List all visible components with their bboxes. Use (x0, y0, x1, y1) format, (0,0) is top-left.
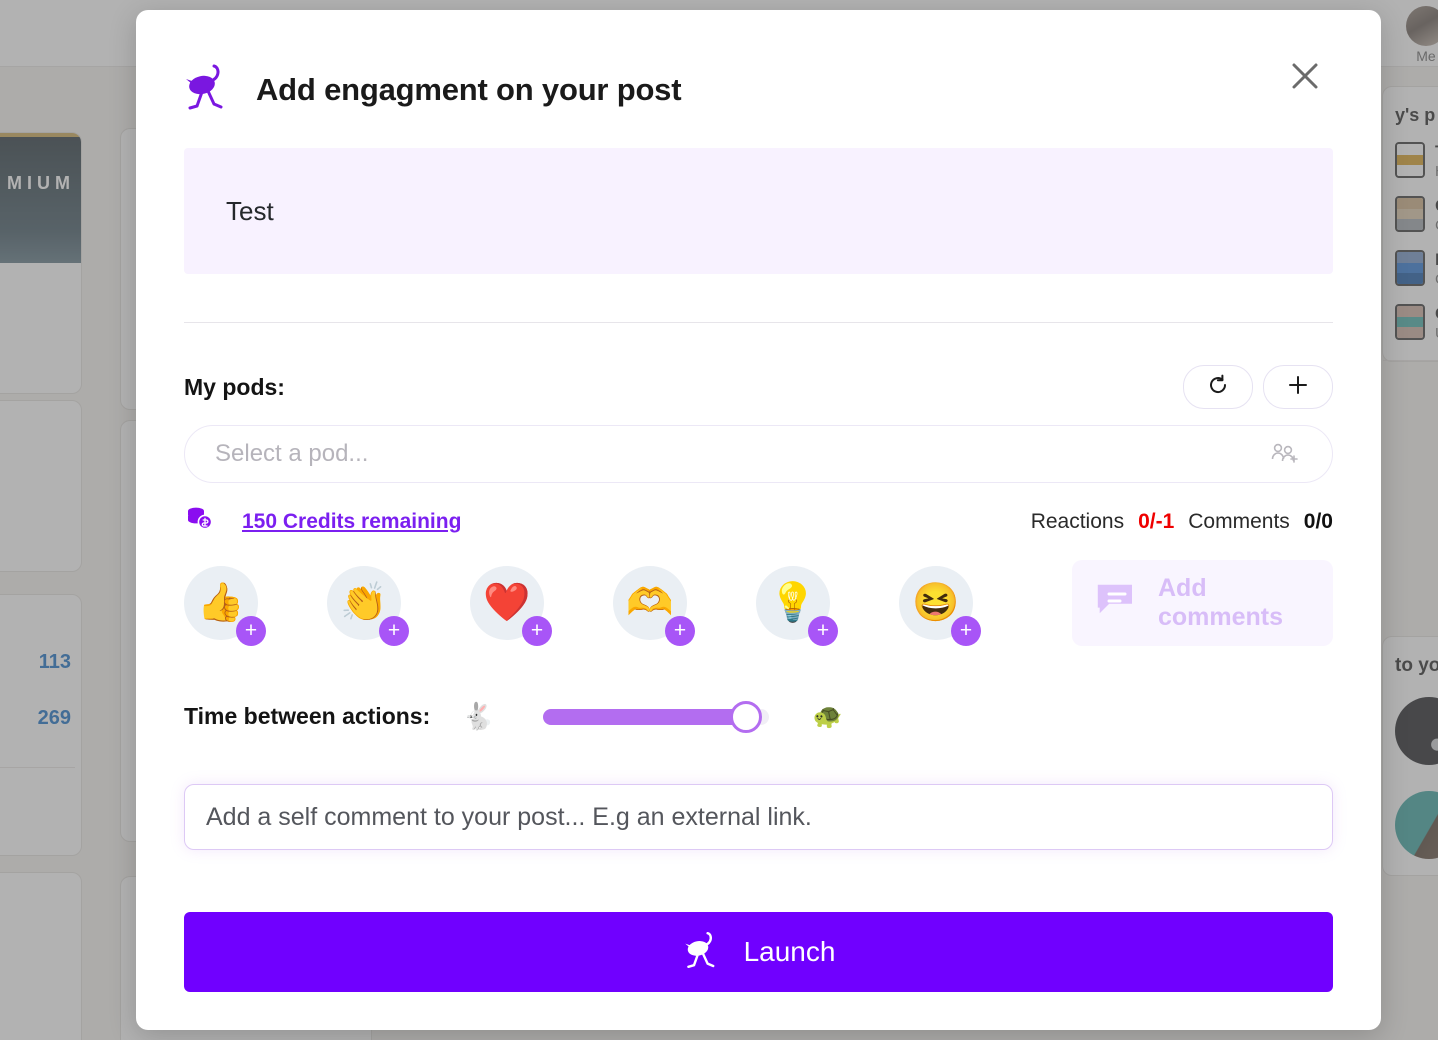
modal-header: Add engagment on your post (136, 10, 1381, 117)
love-reaction-button[interactable]: ❤️ + (470, 566, 552, 646)
self-comment-input[interactable]: Add a self comment to your post... E.g a… (184, 784, 1333, 850)
rabbit-icon: 🐇 (462, 701, 495, 731)
add-comments-label: Add comments (1158, 574, 1284, 631)
pods-actions (1183, 365, 1333, 409)
funny-reaction-button[interactable]: 😆 + (899, 566, 981, 646)
reactions-value: 0/-1 (1138, 509, 1175, 533)
pods-label: My pods: (184, 373, 285, 400)
pod-select-placeholder: Select a pod... (215, 440, 369, 467)
counters: Reactions 0/-1 Comments 0/0 (1031, 510, 1333, 534)
credits-row: 150 Credits remaining Reactions 0/-1 Com… (184, 505, 1333, 538)
credits-remaining-link[interactable]: 150 Credits remaining (242, 510, 461, 534)
pods-header-row: My pods: (184, 365, 1333, 409)
add-love-badge[interactable]: + (522, 616, 552, 646)
refresh-pods-button[interactable] (1183, 365, 1253, 409)
self-comment-placeholder: Add a self comment to your post... E.g a… (206, 802, 812, 831)
coins-icon (184, 505, 214, 538)
turtle-icon: 🐢 (812, 703, 843, 730)
add-people-icon (1270, 440, 1298, 469)
launch-label: Launch (743, 936, 836, 967)
ostrich-icon (184, 62, 230, 117)
add-pod-button[interactable] (1263, 365, 1333, 409)
slider-fill (542, 708, 747, 725)
plus-icon (1286, 373, 1310, 402)
close-icon[interactable] (1285, 56, 1325, 96)
add-funny-badge[interactable]: + (951, 616, 981, 646)
add-celebrate-badge[interactable]: + (379, 616, 409, 646)
add-engagement-modal: Add engagment on your post Test My pods: (136, 10, 1381, 1030)
time-slider[interactable] (542, 700, 769, 733)
celebrate-reaction-button[interactable]: 👏 + (327, 566, 409, 646)
comments-label: Comments (1188, 509, 1290, 533)
add-like-badge[interactable]: + (236, 616, 266, 646)
slider-thumb[interactable] (730, 700, 763, 733)
add-insightful-badge[interactable]: + (808, 616, 838, 646)
time-between-actions-row: Time between actions: 🐇 🐢 (184, 700, 1333, 733)
launch-button[interactable]: Launch (184, 912, 1333, 992)
reactions-row: 👍 + 👏 + ❤️ + 🫶 + 💡 + 😆 + Add comments (184, 560, 1333, 646)
post-preview-text: Test (226, 195, 274, 226)
comment-bubble-icon (1094, 581, 1138, 626)
post-preview: Test (184, 148, 1333, 274)
reactions-label: Reactions (1030, 509, 1125, 533)
ostrich-icon (682, 930, 722, 975)
insightful-reaction-button[interactable]: 💡 + (756, 566, 838, 646)
add-comments-button[interactable]: Add comments (1072, 560, 1333, 646)
comments-value: 0/0 (1303, 509, 1333, 533)
time-between-actions-label: Time between actions: (184, 703, 431, 729)
support-reaction-button[interactable]: 🫶 + (613, 566, 695, 646)
refresh-icon (1206, 373, 1230, 402)
like-reaction-button[interactable]: 👍 + (184, 566, 266, 646)
divider (184, 322, 1333, 323)
pod-select[interactable]: Select a pod... (184, 425, 1333, 483)
page-title: Add engagment on your post (256, 71, 682, 107)
add-support-badge[interactable]: + (665, 616, 695, 646)
